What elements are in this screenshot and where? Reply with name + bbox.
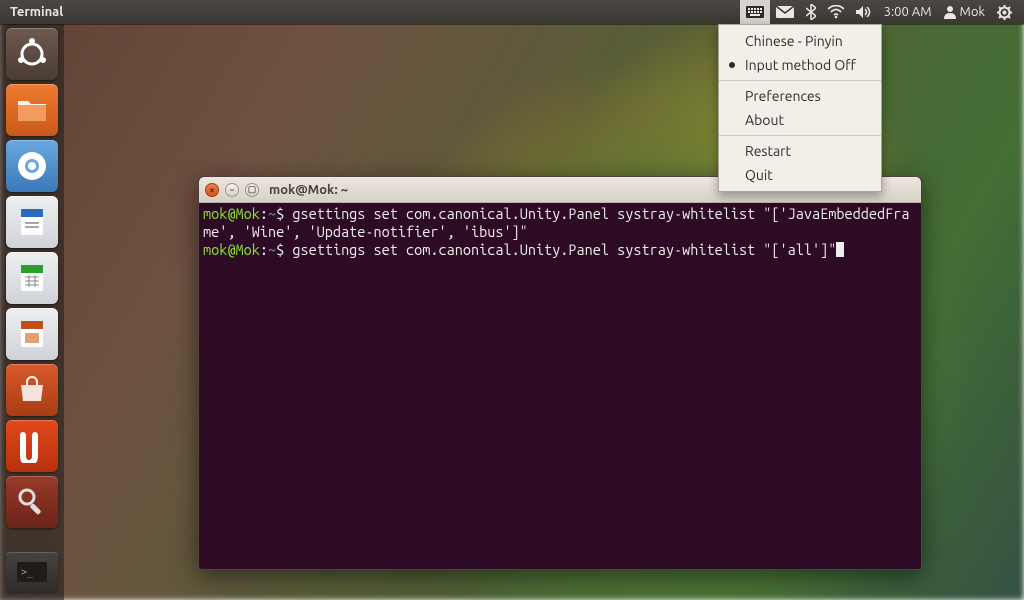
active-app-label: Terminal [10,5,63,19]
launcher-dash[interactable] [6,28,58,80]
menu-item-preferences[interactable]: Preferences [719,84,881,108]
bluetooth-icon [806,4,816,20]
bag-icon [15,373,49,407]
network-indicator[interactable] [822,0,850,24]
ubuntu-one-icon [15,429,49,463]
menu-item-restart[interactable]: Restart [719,139,881,163]
writer-icon [15,205,49,239]
prompt-symbol: $ [276,205,284,222]
launcher-running-terminal[interactable]: >_ [6,552,58,592]
terminal-body[interactable]: mok@Mok:~$ gsettings set com.canonical.U… [199,203,921,569]
folder-icon [15,93,49,127]
launcher-settings[interactable] [6,476,58,528]
calc-icon [15,261,49,295]
terminal-line-1: gsettings set com.canonical.Unity.Panel … [203,205,909,240]
gear-icon [997,5,1012,20]
unity-launcher: >_ [0,24,64,600]
keyboard-icon [746,6,764,18]
menu-item-chinese-pinyin[interactable]: Chinese - Pinyin [719,29,881,53]
wifi-icon [828,5,844,19]
launcher-impress[interactable] [6,308,58,360]
menu-item-quit[interactable]: Quit [719,163,881,187]
svg-text:>_: >_ [21,567,34,578]
launcher-browser[interactable] [6,140,58,192]
terminal-window: × – ▢ mok@Mok: ~ mok@Mok:~$ gsettings se… [198,176,922,570]
terminal-cursor [836,242,844,257]
launcher-files[interactable] [6,84,58,136]
sound-indicator[interactable] [850,0,878,24]
prompt-user: mok@Mok [203,205,260,222]
window-title: mok@Mok: ~ [269,183,348,197]
window-close-button[interactable]: × [205,183,219,197]
user-icon [944,5,956,19]
wrench-gear-icon [15,485,49,519]
launcher-software-center[interactable] [6,364,58,416]
mail-indicator[interactable] [770,0,800,24]
terminal-icon: >_ [15,555,49,589]
menu-separator [719,135,881,136]
menu-separator [719,80,881,81]
terminal-line-2: gsettings set com.canonical.Unity.Panel … [292,241,836,258]
menu-item-input-off[interactable]: Input method Off [719,53,881,77]
prompt-user: mok@Mok [203,241,260,258]
chromium-icon [15,149,49,183]
input-method-menu: Chinese - Pinyin Input method Off Prefer… [718,24,882,192]
window-maximize-button[interactable]: ▢ [245,183,259,197]
prompt-path: ~ [268,205,276,222]
user-indicator[interactable]: Mok [938,0,991,24]
top-panel: Terminal 3:00 AM Mok [0,0,1024,24]
window-minimize-button[interactable]: – [225,183,239,197]
bluetooth-indicator[interactable] [800,0,822,24]
user-name: Mok [960,5,985,19]
prompt-path: ~ [268,241,276,258]
launcher-writer[interactable] [6,196,58,248]
launcher-ubuntu-one[interactable] [6,420,58,472]
prompt-symbol: $ [276,241,284,258]
keyboard-indicator[interactable] [740,0,770,24]
menu-item-about[interactable]: About [719,108,881,132]
launcher-calc[interactable] [6,252,58,304]
impress-icon [15,317,49,351]
clock-indicator[interactable]: 3:00 AM [878,0,938,24]
envelope-icon [776,6,794,18]
speaker-icon [856,5,872,19]
ubuntu-icon [15,37,49,71]
session-indicator[interactable] [991,0,1018,24]
